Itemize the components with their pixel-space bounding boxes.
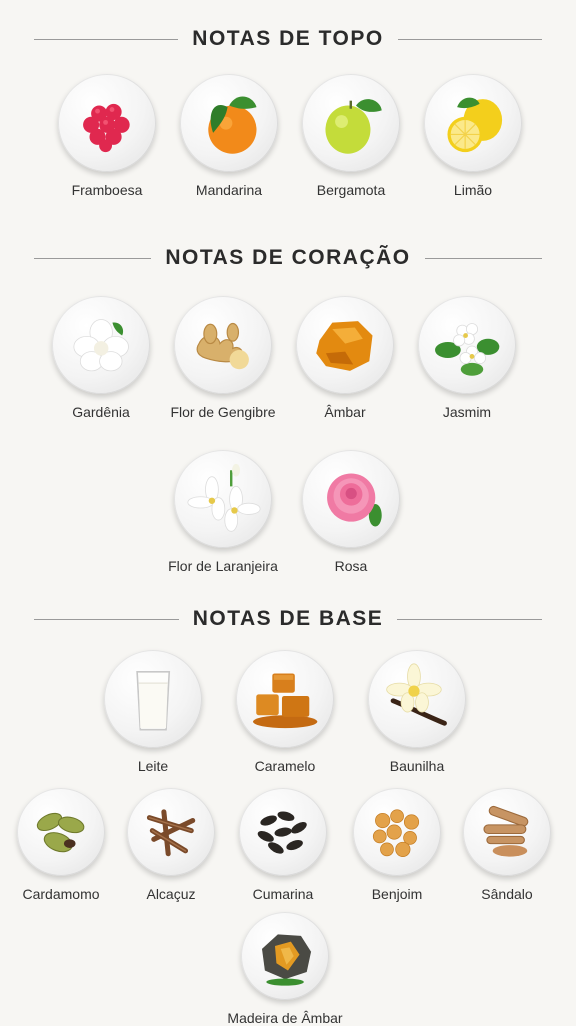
note-label: Limão	[453, 182, 493, 198]
section-title-heart: NOTAS DE CORAÇÃO	[165, 246, 411, 269]
note-leite: Leite	[88, 650, 218, 774]
sandalwood-icon	[463, 788, 551, 876]
note-label: Sândalo	[481, 886, 533, 902]
note-label: Mandarina	[195, 182, 263, 198]
jasmine-icon	[418, 296, 516, 394]
vanilla-icon	[368, 650, 466, 748]
amber-wood-icon	[241, 912, 329, 1000]
milk-icon	[104, 650, 202, 748]
tonka-bean-icon	[239, 788, 327, 876]
note-label: Âmbar	[324, 404, 366, 420]
section-title-top: NOTAS DE TOPO	[192, 27, 384, 50]
licorice-icon	[127, 788, 215, 876]
divider-line	[424, 257, 542, 259]
note-flor-de-gengibre: Flor de Gengibre	[158, 296, 288, 420]
divider-line	[397, 618, 543, 620]
bergamot-icon	[302, 74, 400, 172]
note-caramelo: Caramelo	[220, 650, 350, 774]
section-header-base: NOTAS DE BASE	[34, 604, 543, 634]
section-header-top: NOTAS DE TOPO	[34, 24, 543, 54]
divider-line	[34, 257, 152, 259]
orange-blossom-icon	[174, 450, 272, 548]
note-label: Leite	[137, 758, 169, 774]
divider-line	[34, 38, 179, 40]
divider-line	[34, 618, 179, 620]
ginger-icon	[174, 296, 272, 394]
rose-icon	[302, 450, 400, 548]
note-sandalo: Sândalo	[442, 788, 572, 902]
note-label: Alcaçuz	[146, 886, 196, 902]
gardenia-icon	[52, 296, 150, 394]
note-alcacuz: Alcaçuz	[106, 788, 236, 902]
note-label: Jasmim	[442, 404, 492, 420]
section-title-base: NOTAS DE BASE	[192, 607, 384, 630]
section-header-heart: NOTAS DE CORAÇÃO	[34, 243, 542, 273]
note-label: Gardênia	[72, 404, 130, 420]
lemon-icon	[424, 74, 522, 172]
note-framboesa: Framboesa	[42, 74, 172, 198]
note-label: Caramelo	[254, 758, 316, 774]
note-jasmim: Jasmim	[402, 296, 532, 420]
note-label: Bergamota	[316, 182, 386, 198]
raspberry-icon	[58, 74, 156, 172]
benzoin-icon	[353, 788, 441, 876]
note-bergamota: Bergamota	[286, 74, 416, 198]
amber-icon	[296, 296, 394, 394]
note-ambar: Âmbar	[280, 296, 410, 420]
note-flor-de-laranjeira: Flor de Laranjeira	[158, 450, 288, 574]
cardamom-icon	[17, 788, 105, 876]
note-madeira-de-ambar: Madeira de Âmbar	[220, 912, 350, 1026]
divider-line	[397, 38, 543, 40]
note-gardenia: Gardênia	[36, 296, 166, 420]
note-label: Framboesa	[71, 182, 143, 198]
mandarin-icon	[180, 74, 278, 172]
caramel-icon	[236, 650, 334, 748]
note-mandarina: Mandarina	[164, 74, 294, 198]
note-baunilha: Baunilha	[352, 650, 482, 774]
note-limao: Limão	[408, 74, 538, 198]
note-cumarina: Cumarina	[218, 788, 348, 902]
note-rosa: Rosa	[286, 450, 416, 574]
note-label: Rosa	[334, 558, 368, 574]
note-label: Flor de Laranjeira	[168, 558, 278, 574]
note-label: Baunilha	[389, 758, 445, 774]
note-label: Flor de Gengibre	[170, 404, 276, 420]
note-label: Cumarina	[252, 886, 314, 902]
